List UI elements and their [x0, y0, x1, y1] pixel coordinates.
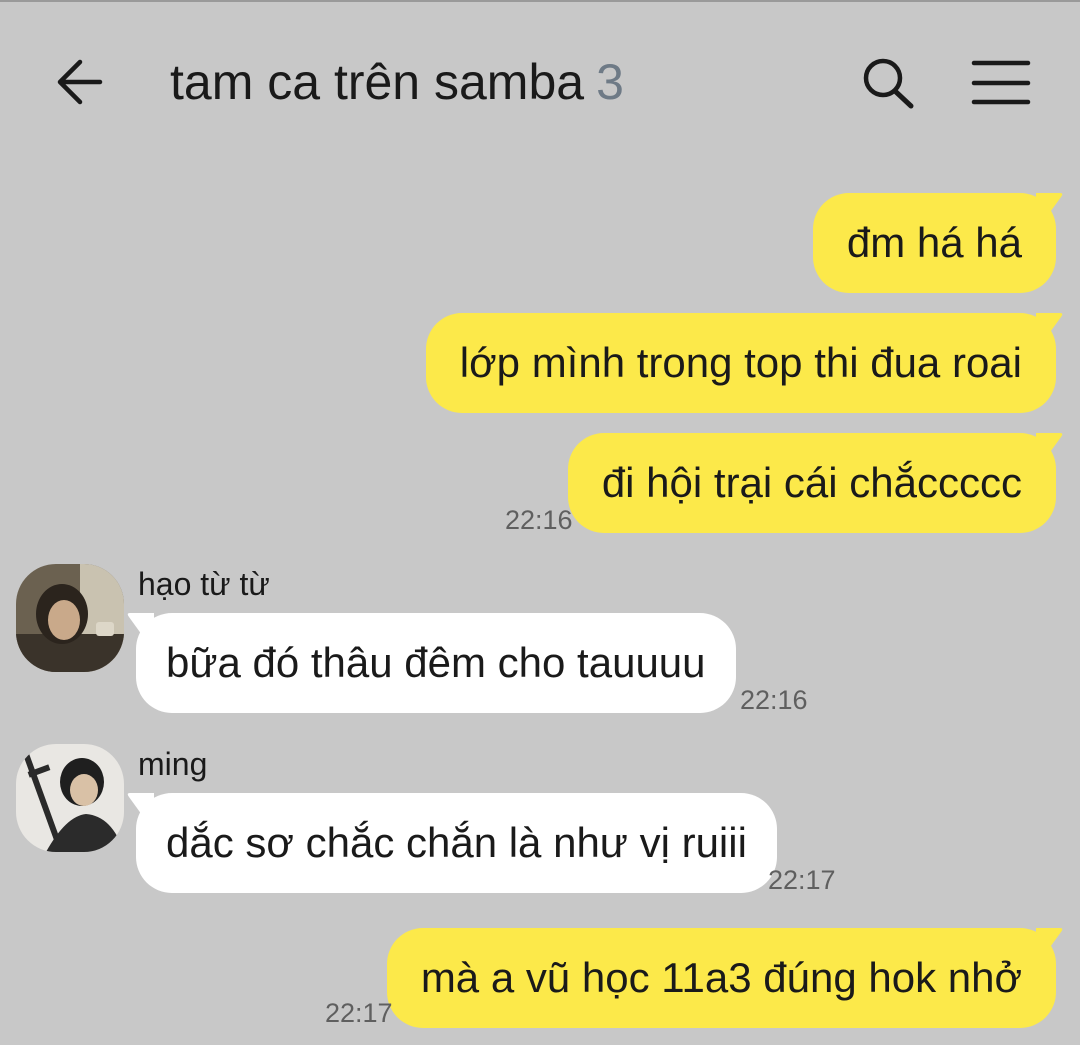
sender-name: hạo từ từ [138, 566, 270, 602]
message-timestamp: 22:17 [325, 998, 393, 1028]
back-button[interactable] [52, 54, 112, 110]
chat-header: tam ca trên samba 3 [0, 0, 1080, 165]
message-text: đi hội trại cái chắccccc [601, 459, 1022, 506]
chat-title-text: tam ca trên samba [170, 54, 585, 110]
message-bubble-incoming[interactable]: dắc sơ chắc chắn là như vị ruiii [136, 793, 777, 893]
profile-photo-icon [16, 564, 124, 672]
message-bubble-incoming[interactable]: bữa đó thâu đêm cho tauuuu [136, 613, 736, 713]
message-bubble-outgoing[interactable]: lớp mình trong top thi đua roai [425, 313, 1056, 413]
sender-name: ming [138, 746, 208, 782]
avatar[interactable] [16, 744, 124, 852]
search-icon [863, 58, 914, 109]
message-timestamp: 22:17 [768, 865, 836, 895]
arrow-left-icon [57, 59, 103, 105]
avatar[interactable] [16, 564, 124, 672]
menu-button[interactable] [968, 56, 1034, 110]
search-button[interactable] [858, 54, 920, 112]
message-bubble-outgoing[interactable]: mà a vũ học 11a3 đúng hok nhở [386, 928, 1056, 1028]
message-text: bữa đó thâu đêm cho tauuuu [166, 639, 706, 686]
hamburger-menu-icon [971, 60, 1031, 105]
message-text: mà a vũ học 11a3 đúng hok nhở [420, 954, 1022, 1001]
member-count: 3 [596, 54, 624, 110]
message-bubble-outgoing[interactable]: đi hội trại cái chắccccc [567, 433, 1056, 533]
message-bubble-outgoing[interactable]: đm há há [812, 193, 1056, 293]
message-text: đm há há [846, 219, 1022, 266]
message-timestamp: 22:16 [505, 505, 573, 535]
chat-title: tam ca trên samba 3 [170, 52, 624, 112]
message-text: dắc sơ chắc chắn là như vị ruiii [166, 819, 747, 866]
message-text: lớp mình trong top thi đua roai [459, 339, 1022, 386]
profile-photo-icon [16, 744, 124, 852]
message-timestamp: 22:16 [740, 685, 808, 715]
